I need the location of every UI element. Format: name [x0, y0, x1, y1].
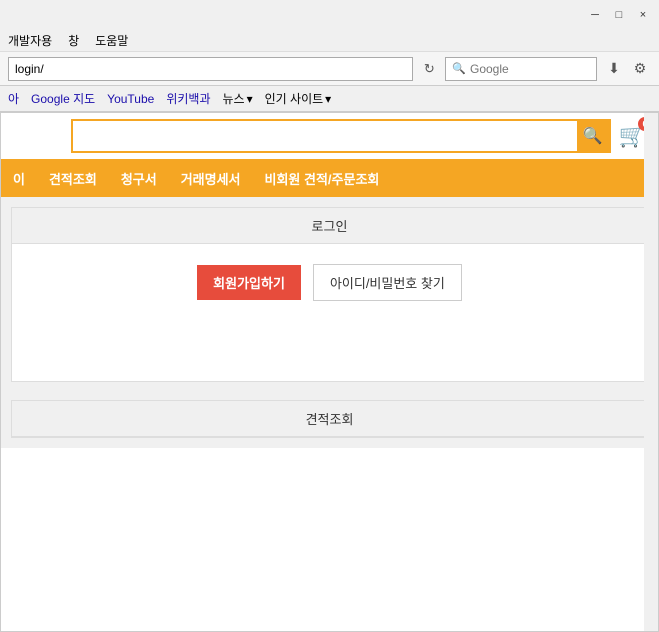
quote-section: 견적조회 [11, 400, 648, 438]
nav-item-0[interactable]: 이 [13, 169, 25, 188]
quote-section-header: 견적조회 [12, 401, 647, 437]
toolbar-download-button[interactable]: ⬇ [603, 58, 625, 80]
login-bottom [12, 321, 647, 381]
scrollbar[interactable] [644, 113, 658, 631]
close-button[interactable]: × [635, 7, 651, 23]
login-section-header: 로그인 [12, 208, 647, 244]
site-search-box: 🔍 [71, 119, 611, 153]
cart-button[interactable]: 🛒 0 [619, 123, 646, 149]
toolbar-settings-button[interactable]: ⚙ [629, 58, 651, 80]
login-section: 로그인 회원가입하기 아이디/비밀번호 찾기 [11, 207, 648, 382]
site-header: 🔍 🛒 0 [1, 113, 658, 159]
site-search-icon: 🔍 [583, 126, 603, 146]
menu-bar: 개발자용 창 도움말 [0, 30, 659, 52]
bookmark-item-news[interactable]: 뉴스 ▾ [223, 90, 253, 107]
main-content: 로그인 회원가입하기 아이디/비밀번호 찾기 견적조회 [1, 197, 658, 448]
bookmark-item-youtube[interactable]: YouTube [107, 92, 154, 106]
window-chrome: ─ □ × [0, 0, 659, 30]
google-search-icon: 🔍 [452, 62, 466, 75]
login-body: 회원가입하기 아이디/비밀번호 찾기 [12, 244, 647, 321]
menu-item-help[interactable]: 도움말 [95, 32, 128, 49]
register-button[interactable]: 회원가입하기 [197, 265, 301, 300]
site-wrapper: 🔍 🛒 0 이 견적조회 청구서 거래명세서 비회원 견적/주문조회 로그인 [0, 112, 659, 632]
bookmark-item-a[interactable]: 아 [8, 90, 19, 107]
find-account-button[interactable]: 아이디/비밀번호 찾기 [313, 264, 462, 301]
refresh-button[interactable]: ↻ [419, 59, 439, 79]
bookmark-item-wikipedia[interactable]: 위키백과 [166, 90, 210, 107]
google-search-wrapper: 🔍 [445, 57, 597, 81]
site-search-button[interactable]: 🔍 [577, 120, 609, 152]
minimize-button[interactable]: ─ [587, 7, 603, 23]
menu-item-window[interactable]: 창 [68, 32, 79, 49]
url-input[interactable] [8, 57, 413, 81]
menu-item-devtools[interactable]: 개발자용 [8, 32, 52, 49]
toolbar-icons: ⬇ ⚙ [603, 58, 651, 80]
bookmark-item-popular[interactable]: 인기 사이트 ▾ [265, 90, 332, 107]
bookmarks-bar: 아 Google 지도 YouTube 위키백과 뉴스 ▾ 인기 사이트 ▾ [0, 86, 659, 112]
address-bar: ↻ 🔍 ⬇ ⚙ [0, 52, 659, 86]
nav-item-statement[interactable]: 거래명세서 [181, 169, 241, 188]
nav-item-quote[interactable]: 견적조회 [49, 169, 97, 188]
nav-item-nonmember[interactable]: 비회원 견적/주문조회 [265, 169, 380, 188]
maximize-button[interactable]: □ [611, 7, 627, 23]
site-search-input[interactable] [81, 128, 577, 144]
bookmark-item-google-maps[interactable]: Google 지도 [31, 90, 95, 107]
yellow-nav: 이 견적조회 청구서 거래명세서 비회원 견적/주문조회 [1, 159, 658, 197]
nav-item-bill[interactable]: 청구서 [121, 169, 157, 188]
site-content: 🔍 🛒 0 이 견적조회 청구서 거래명세서 비회원 견적/주문조회 로그인 [1, 113, 658, 631]
google-search-input[interactable] [470, 62, 590, 76]
